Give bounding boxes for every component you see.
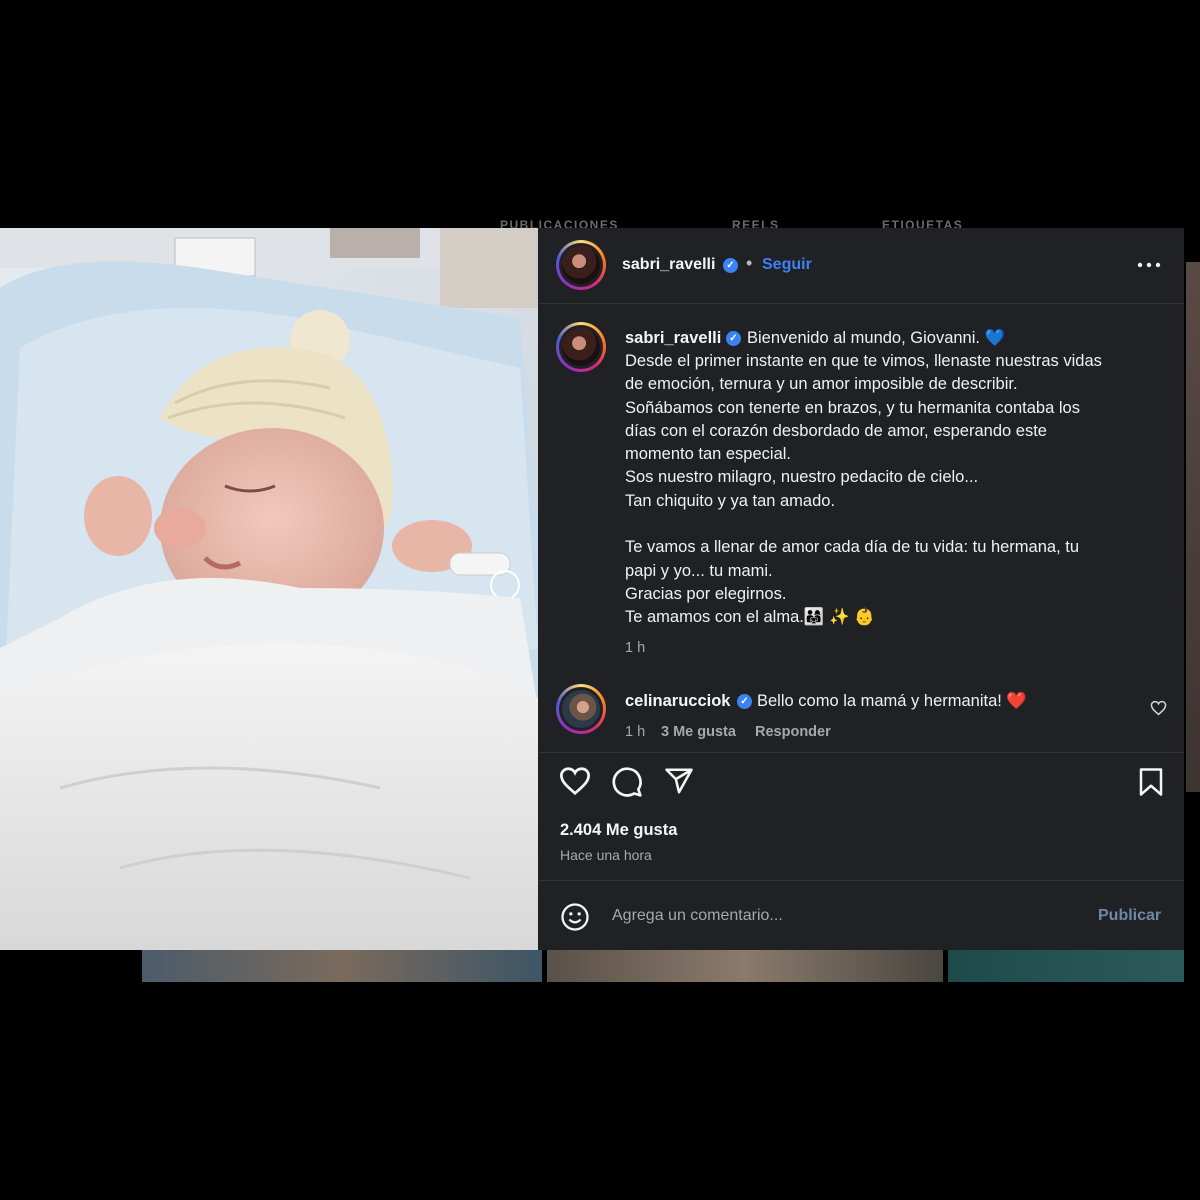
author-username[interactable]: sabri_ravelli: [622, 256, 715, 274]
caption-username[interactable]: sabri_ravelli: [625, 329, 721, 348]
caption-line: días con el corazón desbordado de amor, …: [625, 422, 1047, 440]
separator-dot: •: [746, 253, 753, 273]
caption-author-avatar[interactable]: [556, 322, 606, 372]
input-divider: [539, 880, 1184, 881]
caption-timestamp[interactable]: 1 h: [625, 640, 645, 656]
caption-line: Te amamos con el alma.👨‍👩‍👧 ✨ 👶: [625, 608, 875, 626]
caption-line: de emoción, ternura y un amor imposible …: [625, 375, 1018, 393]
background-thumbnail: [1186, 262, 1200, 792]
caption-line: Gracias por elegirnos.: [625, 585, 787, 603]
actions-divider: [539, 752, 1184, 753]
comment-likes-count[interactable]: 3 Me gusta: [661, 724, 736, 740]
caption-line: papi y yo... tu mami.: [625, 562, 773, 580]
comment-reply-button[interactable]: Responder: [755, 724, 831, 740]
post-media[interactable]: [0, 228, 538, 950]
background-thumbnail: [547, 950, 943, 982]
follow-button[interactable]: Seguir: [762, 256, 812, 274]
verified-badge-icon: ✓: [737, 694, 752, 709]
comment-input[interactable]: Agrega un comentario...: [612, 907, 783, 925]
comment-timestamp[interactable]: 1 h: [625, 724, 645, 740]
caption-line: Tan chiquito y ya tan amado.: [625, 492, 836, 510]
more-horizontal-icon[interactable]: [1136, 258, 1162, 272]
background-thumbnail: [142, 950, 542, 982]
comment-text: Bello como la mamá y hermanita! ❤️: [757, 692, 1027, 710]
commenter-avatar[interactable]: [556, 684, 606, 734]
like-heart-icon[interactable]: [558, 766, 592, 796]
background-thumbnail: [948, 950, 1184, 982]
caption-line: Sos nuestro milagro, nuestro pedacito de…: [625, 468, 979, 486]
publish-button[interactable]: Publicar: [1098, 907, 1161, 925]
post-age: Hace una hora: [560, 847, 652, 863]
caption-line: Bienvenido al mundo, Giovanni. 💙: [747, 329, 1006, 347]
caption-line: Desde el primer instante en que te vimos…: [625, 352, 1102, 370]
save-bookmark-icon[interactable]: [1138, 767, 1164, 797]
comment-like-heart-icon[interactable]: [1150, 700, 1167, 716]
caption-line: momento tan especial.: [625, 445, 792, 463]
likes-count[interactable]: 2.404 Me gusta: [560, 821, 677, 840]
baby-photo: [0, 228, 538, 950]
comment-bubble-icon[interactable]: [611, 766, 643, 798]
author-avatar[interactable]: [556, 240, 606, 290]
caption-line: Te vamos a llenar de amor cada día de tu…: [625, 538, 1080, 556]
header-divider: [539, 303, 1184, 304]
caption-line: Soñábamos con tenerte en brazos, y tu he…: [625, 399, 1080, 417]
comment-username[interactable]: celinarucciok: [625, 692, 730, 711]
verified-badge-icon: ✓: [723, 258, 738, 273]
verified-badge-icon: ✓: [726, 331, 741, 346]
share-paper-plane-icon[interactable]: [664, 766, 694, 796]
emoji-smiley-icon[interactable]: [560, 902, 590, 932]
